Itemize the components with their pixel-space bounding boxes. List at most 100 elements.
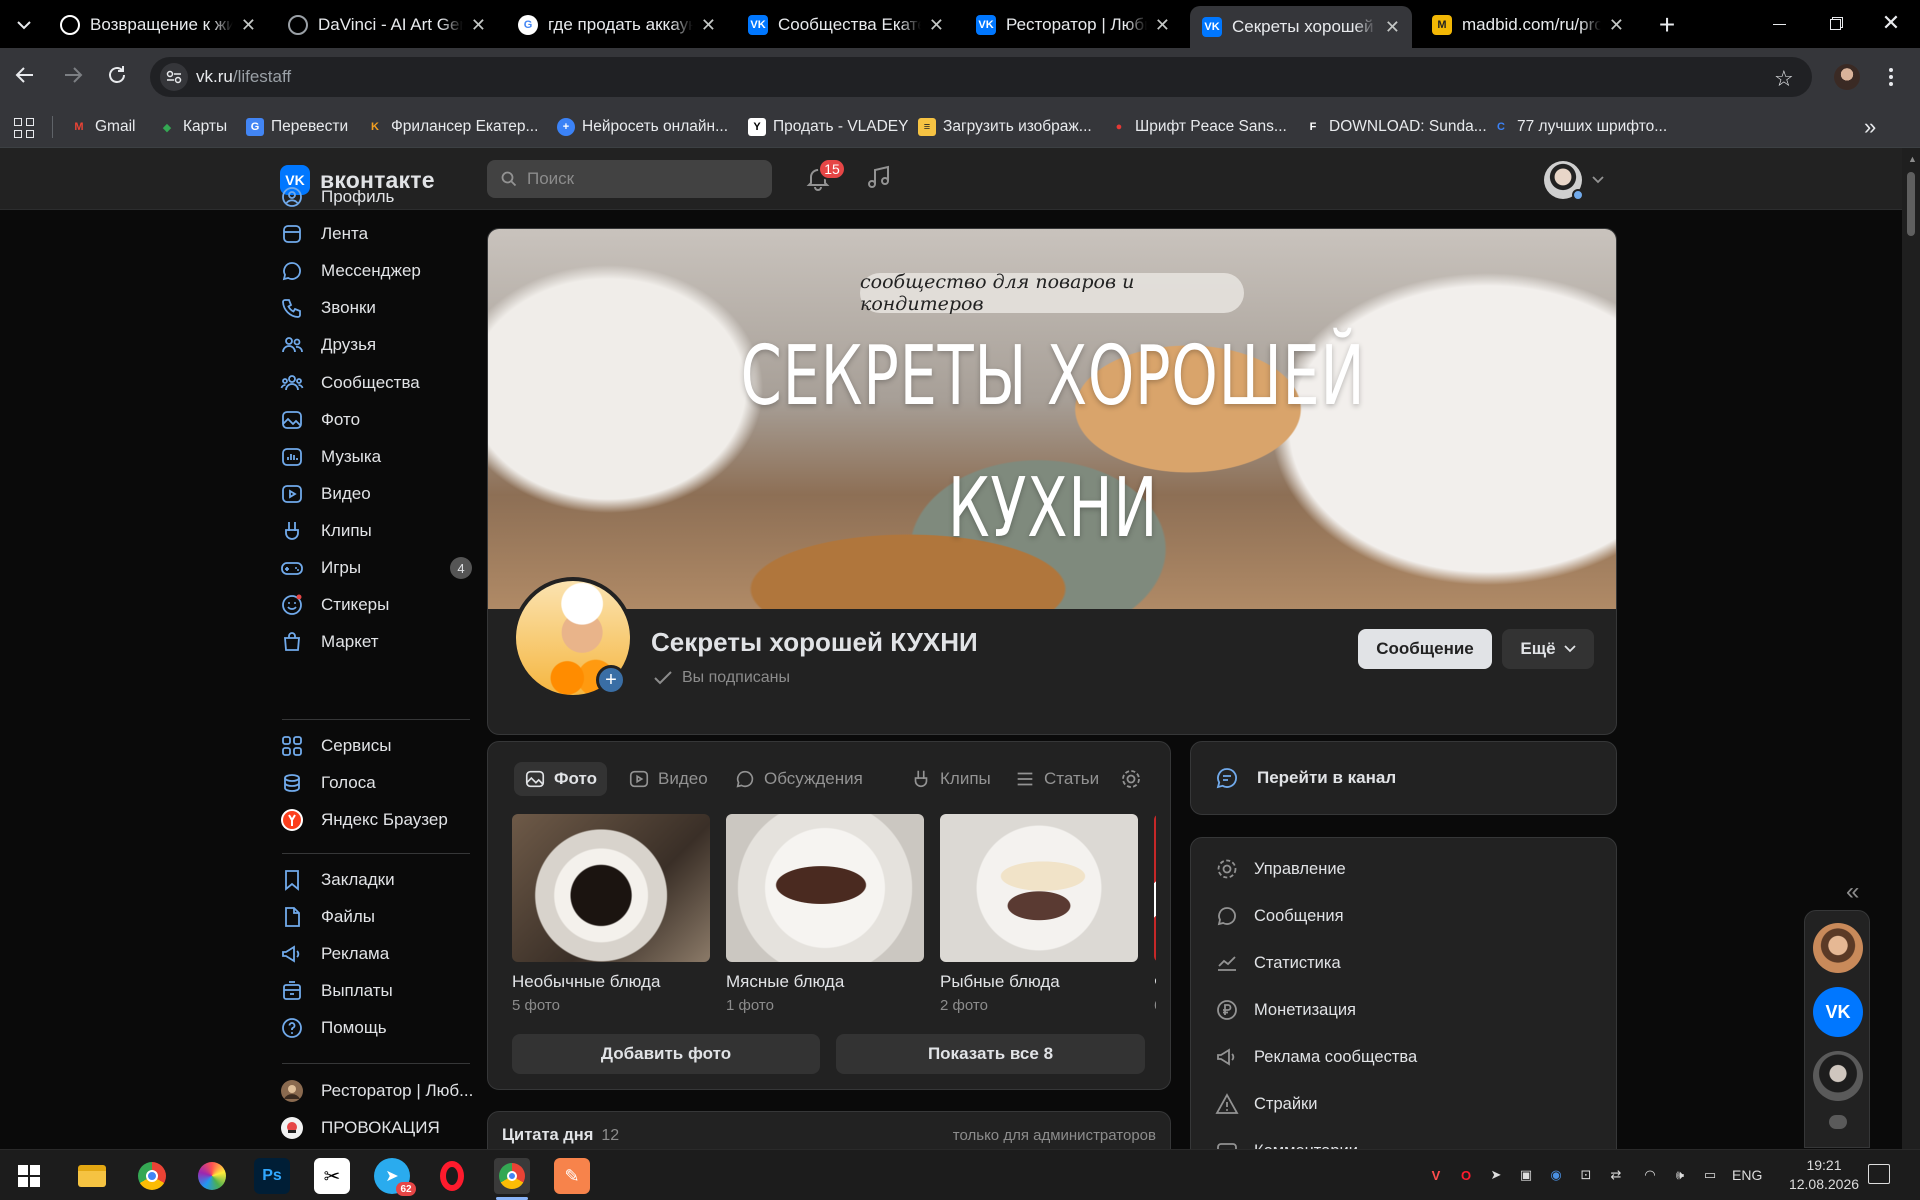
capcut-icon[interactable]: ✂ [314, 1158, 350, 1194]
notification-center-icon[interactable] [1868, 1164, 1890, 1184]
add-photo-button[interactable]: Добавить фото [512, 1034, 820, 1074]
telegram-icon[interactable]: ➤ 62 [374, 1158, 416, 1196]
media-tab[interactable]: Обсуждения [724, 762, 873, 796]
admin-menu-item[interactable]: Монетизация [1215, 995, 1356, 1025]
sidebar-item-communities[interactable]: Сообщества [280, 366, 480, 400]
sidebar-item-votes[interactable]: Голоса [280, 766, 480, 800]
media-tab[interactable]: Фото [514, 762, 607, 796]
sidebar-item-profile[interactable]: Профиль [280, 180, 480, 214]
language-indicator[interactable]: ENG [1732, 1167, 1762, 1183]
orange-app-icon[interactable]: ✎ [554, 1158, 590, 1194]
sidebar-item-video[interactable]: Видео [280, 477, 480, 511]
browser-tab[interactable]: VK Сообщества Екатерины ✕ [736, 8, 956, 42]
start-button[interactable] [18, 1165, 40, 1187]
browser-tab[interactable]: DaVinci - AI Art Generator ✕ [276, 8, 498, 42]
media-settings-icon[interactable] [1120, 768, 1144, 792]
bookmark-item[interactable]: C 77 лучших шрифто... [1492, 116, 1667, 138]
photo-album[interactable]: Необычные блюда 5 фото [512, 814, 710, 1014]
vk-user-menu[interactable] [1544, 160, 1608, 201]
channel-card[interactable]: Перейти в канал [1190, 741, 1617, 815]
bookmark-item[interactable]: Y Продать - VLADEY [748, 116, 908, 138]
sidebar-item-restaurateur[interactable]: Ресторатор | Люб... [280, 1074, 480, 1108]
sidebar-item-stickers[interactable]: Стикеры [280, 588, 480, 622]
bookmark-item[interactable]: F DOWNLOAD: Sunda... [1304, 116, 1487, 138]
sidebar-item-feed[interactable]: Лента [280, 217, 480, 251]
sidebar-item-market[interactable]: Маркет [280, 625, 480, 659]
chat-bubble-icon[interactable] [1829, 1115, 1847, 1129]
clock[interactable]: 19:21 12.08.2026 [1784, 1156, 1864, 1194]
photo-album[interactable]: Рыбные блюда 2 фото [940, 814, 1138, 1014]
bookmark-item[interactable]: G Перевести [246, 116, 348, 138]
page-scrollbar[interactable]: ▲ [1902, 148, 1920, 1149]
sidebar-item-ads[interactable]: Реклама [280, 937, 480, 971]
notifications-button[interactable]: 15 [804, 158, 846, 196]
close-tab-icon[interactable]: ✕ [471, 15, 486, 36]
admin-menu-item[interactable]: Страйки [1215, 1089, 1317, 1119]
admin-menu-item[interactable]: Реклама сообщества [1215, 1042, 1417, 1072]
admin-menu-item[interactable]: Сообщения [1215, 901, 1344, 931]
media-tab[interactable]: Видео [618, 762, 718, 796]
sidebar-item-games[interactable]: Игры 4 [280, 551, 480, 585]
close-tab-icon[interactable]: ✕ [1155, 15, 1170, 36]
chat-avatar-2[interactable] [1813, 1051, 1863, 1101]
bookmark-item[interactable]: K Фрилансер Екатер... [366, 116, 538, 138]
forward-button[interactable] [62, 64, 90, 92]
sidebar-item-bookmark[interactable]: Закладки [280, 863, 480, 897]
music-button[interactable] [865, 164, 895, 194]
close-tab-icon[interactable]: ✕ [929, 15, 944, 36]
scrollbar-thumb[interactable] [1907, 172, 1915, 236]
browser-tab[interactable]: Mmadbid.com/ru/profile ✕ [1420, 8, 1636, 42]
tab-search-icon[interactable] [12, 14, 36, 36]
sidebar-item-files[interactable]: Файлы [280, 900, 480, 934]
url-text[interactable]: vk.ru/lifestaff [196, 67, 291, 87]
media-tab[interactable]: Клипы [900, 762, 1001, 796]
show-all-photos-button[interactable]: Показать все 8 [836, 1034, 1145, 1074]
more-bookmarks-icon[interactable]: » [1864, 114, 1876, 140]
close-tab-icon[interactable]: ✕ [1609, 15, 1624, 36]
sidebar-item-services[interactable]: Сервисы [280, 729, 480, 763]
battery-icon[interactable]: ▭ [1700, 1165, 1720, 1185]
sidebar-item-photo[interactable]: Фото [280, 403, 480, 437]
bookmark-item[interactable]: ● Шрифт Peace Sans... [1110, 116, 1287, 138]
sidebar-item-provocation[interactable]: ПРОВОКАЦИЯ [280, 1111, 480, 1145]
admin-menu-item[interactable]: Статистика [1215, 948, 1341, 978]
chat-avatar-1[interactable] [1813, 923, 1863, 973]
browser-tab-active[interactable]: VK Секреты хорошей КУХНИ ✕ [1190, 6, 1412, 48]
browser-tab[interactable]: Gгде продать аккаунт ✕ [506, 8, 728, 42]
sidebar-item-friends[interactable]: Друзья [280, 328, 480, 362]
photo-album[interactable]: Мясные блюда 1 фото [726, 814, 924, 1014]
close-tab-icon[interactable]: ✕ [1385, 17, 1400, 38]
restore-button[interactable] [1820, 12, 1850, 36]
bookmark-item[interactable]: ≡ Загрузить изображ... [918, 116, 1092, 138]
chrome-icon[interactable] [134, 1158, 170, 1194]
close-window-button[interactable]: ✕ [1876, 8, 1906, 38]
color-app-icon[interactable] [194, 1158, 230, 1194]
tray-network-app-icon[interactable]: ◉ [1546, 1165, 1566, 1185]
tray-vk-icon[interactable]: V [1426, 1165, 1446, 1185]
sidebar-item-clips[interactable]: Клипы [280, 514, 480, 548]
address-bar[interactable]: vk.ru/lifestaff ☆ [150, 57, 1812, 97]
more-button[interactable]: Ещё [1502, 629, 1594, 669]
tray-settings-icon[interactable]: ⇄ [1606, 1165, 1626, 1185]
message-button[interactable]: Сообщение [1358, 629, 1492, 669]
close-tab-icon[interactable]: ✕ [241, 15, 256, 36]
reload-button[interactable] [106, 64, 134, 92]
tray-remote-icon[interactable]: ⊡ [1576, 1165, 1596, 1185]
browser-tab[interactable]: Возвращение к жизни ✕ [48, 8, 268, 42]
volume-icon[interactable]: 🕪 [1670, 1165, 1690, 1185]
browser-menu-icon[interactable] [1886, 64, 1896, 90]
bookmark-item[interactable]: ◆ Карты [158, 116, 227, 138]
minimize-button[interactable] [1764, 12, 1794, 36]
close-tab-icon[interactable]: ✕ [701, 15, 716, 36]
tray-opera-icon[interactable]: O [1456, 1165, 1476, 1185]
wifi-icon[interactable]: ◠ [1640, 1165, 1660, 1185]
bookmark-star-icon[interactable]: ☆ [1774, 66, 1794, 92]
back-button[interactable] [14, 64, 42, 92]
sidebar-item-music[interactable]: Музыка [280, 440, 480, 474]
chat-vk-avatar[interactable]: VK [1813, 987, 1863, 1037]
opera-icon[interactable] [434, 1158, 470, 1194]
collapse-panel-icon[interactable]: « [1846, 878, 1859, 906]
sidebar-item-phone[interactable]: Звонки [280, 291, 480, 325]
apps-grid-icon[interactable] [14, 118, 34, 138]
tray-app-icon[interactable]: ▣ [1516, 1165, 1536, 1185]
